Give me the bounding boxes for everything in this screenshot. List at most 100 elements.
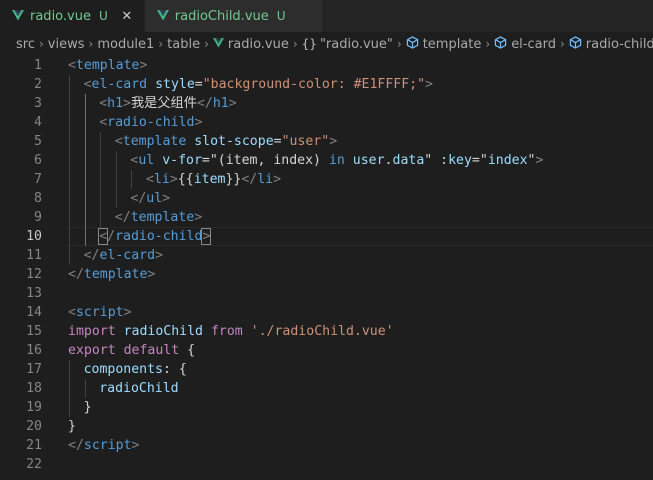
code-token: script: [83, 438, 132, 453]
line-number: 5: [34, 134, 42, 149]
code-token: item: [193, 172, 226, 187]
tab-bar: radio.vue U ✕ radioChild.vue U: [0, 0, 653, 32]
code-line[interactable]: 14 <script>: [0, 303, 653, 322]
line-number: 10: [26, 229, 42, 244]
code-token: template: [130, 210, 195, 225]
code-token: v-for: [162, 153, 202, 168]
code-token: : {: [163, 362, 187, 377]
code-line[interactable]: 12 </template>: [0, 265, 653, 284]
code-token: ="(item, index): [201, 153, 329, 168]
code-token: data: [392, 153, 425, 168]
code-line[interactable]: 21 </script>: [0, 436, 653, 455]
code-token: =: [194, 77, 203, 92]
breadcrumb-item-table[interactable]: table: [167, 37, 200, 52]
chevron-right-icon: ›: [396, 37, 402, 51]
code-text: </template>: [115, 208, 202, 227]
breadcrumb-item-el-card[interactable]: el-card: [511, 37, 556, 52]
code-text: <template slot-scope="user">: [115, 132, 337, 151]
code-line[interactable]: 19}: [0, 398, 653, 417]
code-token: }: [68, 419, 76, 434]
code-line[interactable]: 9 </template>: [0, 208, 653, 227]
breadcrumb-item-radio-vue[interactable]: radio.vue: [228, 37, 289, 52]
code-line[interactable]: 18 radioChild: [0, 379, 653, 398]
code-token: ": [424, 153, 441, 168]
breadcrumb-item-src[interactable]: src: [16, 37, 35, 52]
code-text: }: [84, 398, 92, 417]
code-token: >: [329, 134, 338, 149]
code-text: <template>: [68, 56, 147, 75]
code-token: ul: [138, 153, 155, 168]
code-line[interactable]: 16 export default {: [0, 341, 653, 360]
code-token: >: [228, 96, 237, 111]
code-token: <: [98, 228, 109, 245]
code-line[interactable]: 7 <li>{{item}}</li>: [0, 170, 653, 189]
code-text: }: [68, 417, 76, 436]
code-token: >: [139, 58, 148, 73]
vue-file-icon: [12, 10, 24, 22]
code-token: <: [114, 134, 123, 149]
line-number: 8: [34, 191, 42, 206]
breadcrumb-item-radio-child[interactable]: radio-child: [586, 37, 653, 52]
tab-radio-vue[interactable]: radio.vue U ✕: [0, 0, 145, 32]
code-token: user: [352, 153, 385, 168]
code-line[interactable]: 6 <ul v-for="(item, index) in user.data" …: [0, 151, 653, 170]
breadcrumb-item-template[interactable]: template: [423, 37, 482, 52]
code-line[interactable]: 13: [0, 284, 653, 303]
code-line[interactable]: 1 <template>: [0, 56, 653, 75]
breadcrumb-item-module[interactable]: "radio.vue": [320, 37, 393, 52]
code-token: </: [68, 267, 84, 282]
code-text: </el-card>: [84, 246, 163, 265]
code-token: >: [194, 115, 203, 130]
indent-guide: [100, 132, 102, 227]
line-number: 22: [26, 457, 42, 472]
code-token: radio-child: [115, 229, 203, 244]
tab-radiochild-vue[interactable]: radioChild.vue U: [144, 0, 323, 32]
code-line[interactable]: 20}: [0, 417, 653, 436]
tab-label: radioChild.vue: [174, 8, 269, 24]
code-line[interactable]: 22: [0, 455, 653, 474]
code-token: "background-color: #E1FFFF;": [202, 77, 426, 92]
code-token: {{: [177, 172, 194, 187]
code-token: slot-scope: [194, 134, 274, 149]
line-number: 17: [26, 362, 42, 377]
code-token: li: [153, 172, 170, 187]
code-token: >: [155, 248, 164, 263]
close-icon[interactable]: ✕: [120, 9, 134, 24]
code-line[interactable]: 10 </radio-child>: [0, 227, 653, 246]
code-text: <radio-child>: [99, 113, 202, 132]
code-text: components: {: [84, 360, 187, 379]
code-line[interactable]: 2 <el-card style="background-color: #E1FF…: [0, 75, 653, 94]
code-editor[interactable]: 1 <template> 2 <el-card style="background-c…: [0, 56, 653, 480]
code-token: in: [328, 153, 345, 168]
code-text: <ul v-for="(item, index) in user.data" :…: [130, 151, 543, 170]
code-line[interactable]: 11 </el-card>: [0, 246, 653, 265]
code-token: }}: [225, 172, 242, 187]
code-line[interactable]: 8 </ul>: [0, 189, 653, 208]
line-number: 7: [34, 172, 42, 187]
code-line[interactable]: 3 <h1>我是父组件</h1>: [0, 94, 653, 113]
code-line[interactable]: 15 import radioChild from './radioChild.v…: [0, 322, 653, 341]
line-number: 9: [34, 210, 42, 225]
code-line[interactable]: 17 components: {: [0, 360, 653, 379]
code-token: >: [535, 153, 544, 168]
code-token: =": [471, 153, 488, 168]
line-number: 11: [26, 248, 42, 263]
vue-file-icon: [156, 10, 169, 22]
code-line[interactable]: 5 <template slot-scope="user">: [0, 132, 653, 151]
code-token: el-card: [99, 248, 156, 263]
breadcrumb-item-views[interactable]: views: [48, 37, 85, 52]
code-line[interactable]: 4 <radio-child>: [0, 113, 653, 132]
line-number: 15: [26, 324, 42, 339]
code-token: </: [241, 172, 258, 187]
code-text: radioChild: [99, 379, 178, 398]
code-token: <: [99, 115, 108, 130]
code-token: >: [131, 438, 140, 453]
code-token: </: [114, 210, 131, 225]
code-token: <: [83, 77, 92, 92]
line-number: 3: [34, 96, 42, 111]
line-number: 18: [26, 381, 42, 396]
code-token: >: [123, 305, 132, 320]
code-token: 我是父组件: [130, 96, 197, 111]
breadcrumb-item-module1[interactable]: module1: [97, 37, 154, 52]
